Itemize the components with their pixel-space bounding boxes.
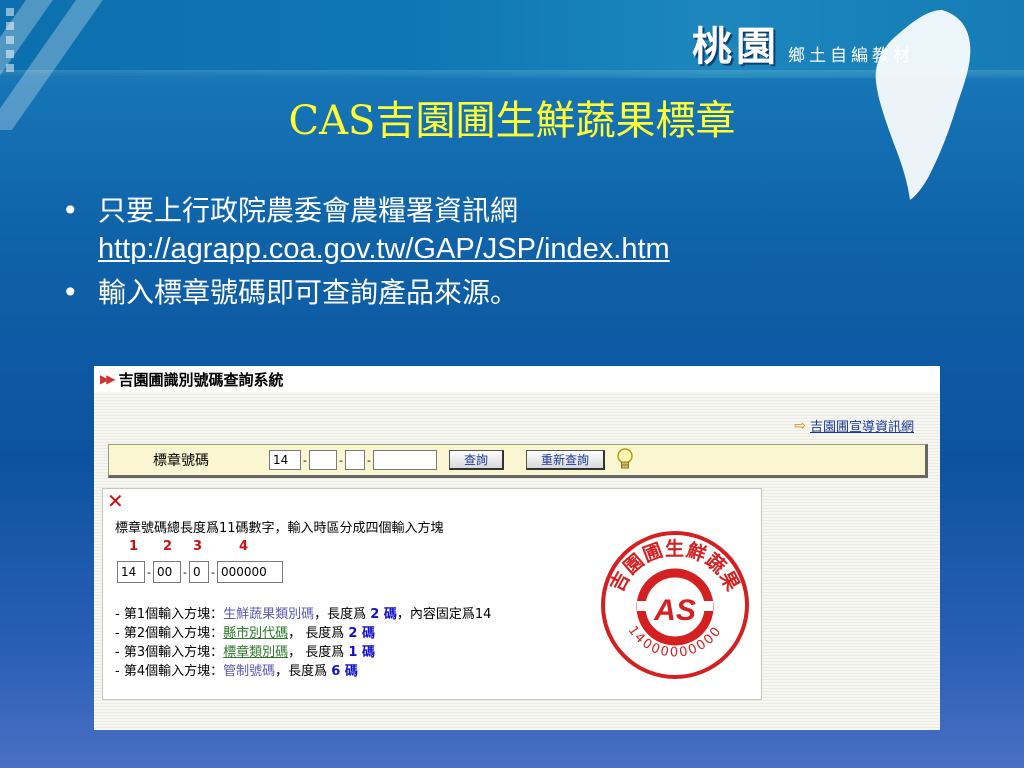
dash: -	[367, 453, 371, 467]
dash: -	[211, 565, 215, 579]
segment-desc-row: - 第2個輸入方塊：縣市別代碼， 長度爲 2 碼	[115, 624, 491, 643]
segment-desc-row: - 第4個輸入方塊：管制號碼，長度爲 6 碼	[115, 662, 491, 681]
desc-prefix: - 第4個輸入方塊：	[115, 664, 224, 679]
desc-mid: ， 長度爲	[288, 645, 349, 660]
desc-prefix: - 第3個輸入方塊：	[115, 645, 224, 660]
promo-link[interactable]: 吉園圃宣導資訊網	[810, 416, 914, 435]
segment-desc-row: - 第1個輸入方塊：生鮮蔬果類別碼，長度爲 2 碼，內容固定爲14	[115, 605, 491, 624]
coa-website-link[interactable]: http://agrapp.coa.gov.tw/GAP/JSP/index.h…	[98, 233, 670, 265]
help-panel: ✕ 標章號碼總長度爲11碼數字，輸入時區分成四個輸入方塊 1 2 3 4 - -…	[102, 488, 762, 700]
segment-number: 1	[129, 539, 139, 554]
query-label: 標章號碼	[153, 453, 209, 469]
desc-mid: ，長度爲	[275, 664, 332, 679]
brand-title: 桃園	[692, 23, 780, 70]
bullet-glyph: •	[62, 276, 79, 309]
dash: -	[147, 565, 151, 579]
segment-descriptions: - 第1個輸入方塊：生鮮蔬果類別碼，長度爲 2 碼，內容固定爲14 - 第2個輸…	[115, 605, 491, 681]
gap-seal-logo: AS 吉園圃生鮮蔬果 14000000000	[601, 531, 749, 679]
promo-link-row: ⇨ 吉園圃宣導資訊網	[794, 416, 914, 436]
sample-inputs: - - -	[117, 561, 283, 583]
desc-mid: ， 長度爲	[288, 626, 349, 641]
label-type-link[interactable]: 標章類別碼	[223, 645, 288, 660]
desc-tail: ，內容固定爲14	[396, 607, 492, 622]
system-header: ▶▶ 吉園圃識別號碼查詢系統	[94, 366, 940, 392]
close-icon[interactable]: ✕	[107, 491, 124, 511]
segment-input-2[interactable]	[309, 450, 337, 470]
bullet-glyph: •	[62, 194, 79, 227]
desc-length: 2 碼	[348, 626, 375, 641]
dash: -	[303, 453, 307, 467]
county-code-link[interactable]: 縣市別代碼	[223, 626, 288, 641]
segment-number: 2	[163, 539, 173, 554]
dash: -	[339, 453, 343, 467]
lightbulb-icon[interactable]	[615, 447, 635, 473]
query-bar: 標章號碼 - - - 查詢 重新查詢	[108, 444, 928, 478]
desc-prefix: - 第1個輸入方塊：	[115, 607, 224, 622]
slide-title: CAS吉園圃生鮮蔬果標章	[288, 98, 736, 144]
sample-input-1	[117, 561, 145, 583]
bullet-list: • 只要上行政院農委會農糧署資訊網 http://agrapp.coa.gov.…	[62, 192, 922, 318]
segment-number: 3	[193, 539, 203, 554]
embedded-screenshot: ▶▶ 吉園圃識別號碼查詢系統 ⇨ 吉園圃宣導資訊網 標章號碼 - - - 查詢 …	[94, 366, 940, 730]
sample-input-4	[217, 561, 283, 583]
segment-number: 4	[239, 539, 249, 554]
segment-input-4[interactable]	[373, 450, 437, 470]
sample-input-3	[189, 561, 209, 583]
bullet-text: 只要上行政院農委會農糧署資訊網	[98, 194, 519, 227]
search-button[interactable]: 查詢	[449, 450, 505, 470]
desc-length: 2 碼	[370, 607, 397, 622]
reset-button[interactable]: 重新查詢	[526, 450, 606, 470]
desc-name: 管制號碼	[223, 664, 276, 679]
segment-input-1[interactable]	[269, 450, 301, 470]
bullet-text: 輸入標章號碼即可查詢產品來源。	[98, 276, 519, 309]
desc-prefix: - 第2個輸入方塊：	[115, 626, 224, 641]
desc-length: 1 碼	[348, 645, 375, 660]
seal-logo-text: AS	[653, 594, 696, 627]
system-title: 吉園圃識別號碼查詢系統	[118, 370, 284, 389]
dash: -	[183, 565, 187, 579]
bullet-item: • 輸入標章號碼即可查詢產品來源。	[62, 274, 922, 312]
segment-input-3[interactable]	[345, 450, 365, 470]
desc-length: 6 碼	[331, 664, 358, 679]
help-description: 標章號碼總長度爲11碼數字，輸入時區分成四個輸入方塊	[115, 521, 444, 536]
segment-desc-row: - 第3個輸入方塊：標章類別碼， 長度爲 1 碼	[115, 643, 491, 662]
hollow-arrow-icon: ⇨	[794, 417, 806, 434]
bullet-item: • 只要上行政院農委會農糧署資訊網 http://agrapp.coa.gov.…	[62, 192, 922, 268]
desc-mid: ，長度爲	[314, 607, 371, 622]
double-arrow-icon: ▶▶	[100, 372, 116, 386]
sample-input-2	[153, 561, 181, 583]
desc-name: 生鮮蔬果類別碼	[223, 607, 315, 622]
